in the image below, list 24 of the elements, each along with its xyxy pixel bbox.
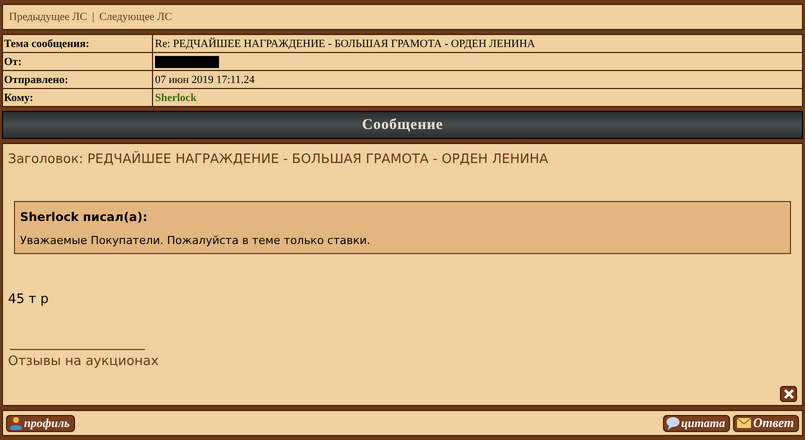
next-message-link[interactable]: Следующее ЛС [99, 11, 172, 23]
speech-bubble-icon [666, 416, 680, 430]
previous-message-link[interactable]: Предыдущее ЛС [9, 11, 88, 23]
field-value: Re: РЕДЧАЙШЕЕ НАГРАЖДЕНИЕ - БОЛЬШАЯ ГРАМОТА - ОРДЕН ЛЕНИНА [155, 38, 536, 50]
field-label: От: [3, 53, 153, 70]
quote-author: Sherlock писал(а): [20, 210, 148, 224]
quote-button[interactable]: цитата [663, 414, 730, 432]
person-icon [9, 416, 23, 430]
field-label: Кому: [3, 89, 153, 106]
field-label: Отправлено: [3, 71, 153, 88]
close-icon[interactable] [780, 386, 797, 402]
envelope-icon [736, 416, 752, 430]
redacted-block [155, 56, 219, 68]
signature-link[interactable]: Отзывы на аукционах [8, 354, 159, 369]
field-value: 07 июн 2019 17:11.24 [155, 74, 255, 86]
profile-button[interactable]: профиль [6, 414, 75, 432]
reply-button[interactable]: Ответ [733, 414, 799, 432]
message-text: 45 т р [8, 292, 49, 307]
quote-text: Уважаемые Покупатели. Пожалуйста в теме только ставки. [20, 234, 372, 247]
recipient-link[interactable]: Sherlock [155, 92, 197, 104]
section-header: Сообщение [2, 111, 803, 139]
message-subject: Заголовок: РЕДЧАЙШЕЕ НАГРАЖДЕНИЕ - БОЛЬШАЯ ГРАМОТА - ОРДЕН ЛЕНИНА [8, 152, 548, 167]
nav-separator: | [92, 11, 94, 23]
field-label: Тема сообщения: [3, 35, 153, 52]
